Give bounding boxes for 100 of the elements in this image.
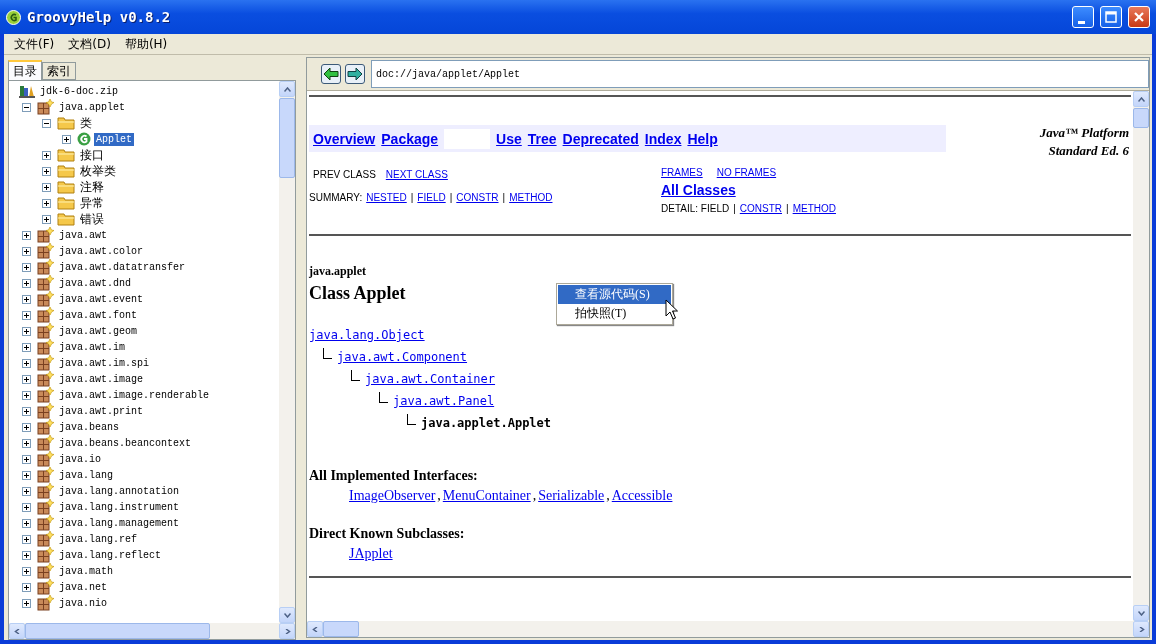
nav-link[interactable]: Tree	[527, 130, 557, 147]
class-link[interactable]: java.awt.Panel	[393, 394, 495, 408]
menu-item[interactable]: 文档(D)	[62, 34, 117, 54]
tree-item[interactable]: java.awt.geom	[57, 324, 139, 338]
class-link[interactable]: Accessible	[611, 488, 673, 504]
collapse-icon[interactable]	[42, 118, 51, 128]
expand-icon[interactable]	[42, 166, 51, 176]
forward-button[interactable]	[345, 64, 365, 84]
tab[interactable]: 索引	[42, 62, 76, 80]
class-link[interactable]: ImageObserver	[349, 488, 436, 504]
expand-icon[interactable]	[22, 310, 31, 320]
scroll-right-button[interactable]	[279, 623, 295, 639]
horizontal-scrollbar[interactable]	[307, 621, 1149, 637]
nav-link[interactable]: NESTED	[366, 192, 407, 203]
vertical-scrollbar[interactable]	[1133, 91, 1149, 621]
all-classes-link[interactable]: All Classes	[661, 182, 736, 198]
nav-link[interactable]: Package	[381, 130, 439, 147]
minimize-button[interactable]	[1072, 6, 1094, 28]
tree-item[interactable]: jdk-6-doc.zip	[38, 84, 120, 98]
tree-item[interactable]: java.nio	[57, 596, 109, 610]
expand-icon[interactable]	[22, 582, 31, 592]
scroll-thumb[interactable]	[1133, 108, 1149, 128]
tree-item[interactable]: java.lang.annotation	[57, 484, 182, 498]
maximize-button[interactable]	[1100, 6, 1122, 28]
tree-item[interactable]: java.awt.im.spi	[57, 356, 151, 370]
tree-item[interactable]: java.awt.im	[57, 340, 127, 354]
class-link[interactable]: MenuContainer	[442, 488, 531, 504]
expand-icon[interactable]	[42, 182, 51, 192]
expand-icon[interactable]	[22, 358, 31, 368]
expand-icon[interactable]	[62, 134, 71, 144]
tree-item[interactable]: java.beans	[57, 420, 121, 434]
expand-icon[interactable]	[22, 262, 31, 272]
expand-icon[interactable]	[22, 534, 31, 544]
tree-item[interactable]: java.io	[57, 452, 103, 466]
expand-icon[interactable]	[42, 198, 51, 208]
menu-item[interactable]: 帮助(H)	[118, 34, 174, 54]
expand-icon[interactable]	[22, 294, 31, 304]
tree-item[interactable]: java.lang.instrument	[57, 500, 182, 514]
expand-icon[interactable]	[42, 150, 51, 160]
class-link[interactable]: Serializable	[538, 488, 605, 504]
scroll-up-button[interactable]	[1133, 91, 1149, 107]
expand-icon[interactable]	[22, 278, 31, 288]
expand-icon[interactable]	[22, 422, 31, 432]
expand-icon[interactable]	[22, 454, 31, 464]
back-button[interactable]	[321, 64, 341, 84]
expand-icon[interactable]	[22, 246, 31, 256]
scroll-thumb[interactable]	[279, 98, 295, 178]
nav-link[interactable]: Deprecated	[562, 130, 639, 147]
class-link[interactable]: java.awt.Container	[365, 372, 496, 386]
tree-item[interactable]: java.lang.reflect	[57, 548, 164, 562]
tree-item[interactable]: java.awt.image	[57, 372, 145, 386]
scroll-left-button[interactable]	[307, 621, 323, 637]
nav-link[interactable]: METHOD	[792, 203, 836, 214]
expand-icon[interactable]	[22, 390, 31, 400]
tree-item[interactable]: java.awt.dnd	[57, 276, 133, 290]
nav-link[interactable]: FIELD	[417, 192, 446, 203]
tree-item[interactable]: java.awt.image.renderable	[57, 388, 212, 402]
scroll-left-button[interactable]	[9, 623, 25, 639]
horizontal-scrollbar[interactable]	[9, 623, 295, 639]
tree-item[interactable]: Applet	[94, 132, 134, 146]
expand-icon[interactable]	[22, 550, 31, 560]
expand-icon[interactable]	[22, 518, 31, 528]
scroll-thumb[interactable]	[323, 621, 359, 637]
expand-icon[interactable]	[22, 438, 31, 448]
close-button[interactable]	[1128, 6, 1150, 28]
tree-item[interactable]: java.lang	[57, 468, 115, 482]
tree-item[interactable]: 类	[78, 113, 94, 133]
collapse-icon[interactable]	[22, 102, 31, 112]
tree-item[interactable]: java.awt.print	[57, 404, 145, 418]
nav-link[interactable]: Help	[687, 130, 718, 147]
expand-icon[interactable]	[22, 598, 31, 608]
nav-link[interactable]: CONSTR	[739, 203, 782, 214]
nav-link[interactable]: METHOD	[509, 192, 553, 203]
vertical-scrollbar[interactable]	[279, 81, 295, 623]
scroll-down-button[interactable]	[279, 607, 295, 623]
address-field[interactable]: doc://java/applet/Applet	[371, 60, 1149, 88]
expand-icon[interactable]	[22, 486, 31, 496]
class-link[interactable]: JApplet	[349, 546, 393, 562]
class-link[interactable]: java.lang.Object	[309, 328, 425, 342]
expand-icon[interactable]	[22, 502, 31, 512]
expand-icon[interactable]	[22, 230, 31, 240]
expand-icon[interactable]	[22, 566, 31, 576]
nav-link[interactable]: Overview	[313, 130, 376, 147]
class-link[interactable]: java.awt.Component	[337, 350, 468, 364]
nav-link[interactable]: Index	[644, 130, 682, 147]
nav-link[interactable]: CONSTR	[456, 192, 499, 203]
scroll-thumb[interactable]	[25, 623, 210, 639]
tree-item[interactable]: java.awt	[57, 228, 109, 242]
nav-link[interactable]: NO FRAMES	[716, 167, 777, 178]
scroll-right-button[interactable]	[1133, 621, 1149, 637]
tab[interactable]: 目录	[8, 60, 42, 80]
expand-icon[interactable]	[22, 326, 31, 336]
tree-item[interactable]: java.lang.ref	[57, 532, 139, 546]
expand-icon[interactable]	[22, 470, 31, 480]
scroll-up-button[interactable]	[279, 81, 295, 97]
tree-item[interactable]: java.awt.font	[57, 308, 139, 322]
menu-item[interactable]: 查看源代码(S)	[558, 285, 671, 304]
expand-icon[interactable]	[22, 374, 31, 384]
nav-link[interactable]: FRAMES	[661, 167, 703, 178]
tree-item[interactable]: java.beans.beancontext	[57, 436, 194, 450]
